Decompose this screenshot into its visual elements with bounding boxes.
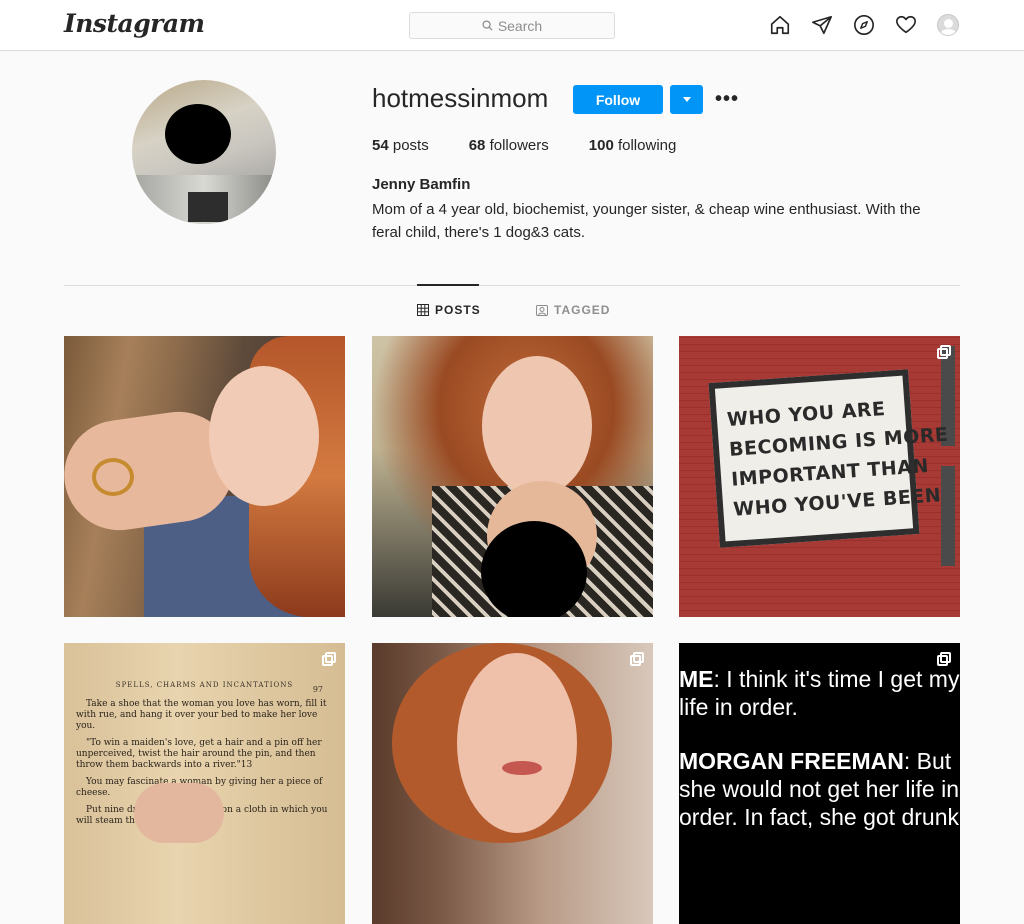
book-paragraph: "To win a maiden's love, get a hair and … <box>76 738 322 770</box>
search-input[interactable]: Search <box>409 12 615 39</box>
more-options-icon[interactable]: ••• <box>715 88 739 110</box>
meme-text: ME: I think it's time I get my life in o… <box>679 665 960 857</box>
face-redaction <box>165 104 231 164</box>
direct-icon[interactable] <box>810 13 834 37</box>
top-nav-bar: Instagram Search <box>0 0 1024 51</box>
caret-down-icon <box>682 97 691 102</box>
profile-picture[interactable] <box>132 80 276 224</box>
following-count: 100 <box>588 137 614 154</box>
wall-sign: WHO YOU ARE BECOMING IS MORE IMPORTANT T… <box>708 369 949 548</box>
post-tile-4[interactable]: SPELLS, CHARMS AND INCANTATIONS 97 Take … <box>64 643 345 924</box>
search-icon <box>482 20 493 31</box>
instagram-logo[interactable]: Instagram <box>64 9 205 38</box>
following-stat[interactable]: 100 following <box>589 137 677 154</box>
post-tile-2[interactable] <box>372 336 653 617</box>
tagged-icon <box>536 305 548 316</box>
tab-posts[interactable]: POSTS <box>417 303 481 317</box>
active-tab-indicator <box>417 284 479 286</box>
meme-speaker: ME <box>679 666 714 692</box>
tab-posts-label: POSTS <box>435 303 481 317</box>
post-tile-5[interactable] <box>372 643 653 924</box>
nav-icons <box>768 13 960 37</box>
posts-stat: 54 posts <box>372 137 429 154</box>
book-page-number: 97 <box>312 685 323 694</box>
home-icon[interactable] <box>768 13 792 37</box>
tattoo-image <box>92 458 134 496</box>
tab-tagged[interactable]: TAGGED <box>536 303 610 317</box>
avatar <box>937 14 959 36</box>
book-paragraph: Take a shoe that the woman you love has … <box>76 699 327 731</box>
grid-icon <box>417 304 429 316</box>
following-label: following <box>617 137 677 154</box>
profile-stats: 54 posts 68 followers 100 following <box>372 137 716 154</box>
meme-line: : I think it's time I get my life in ord… <box>679 666 960 720</box>
profile-bio: Mom of a 4 year old, biochemist, younger… <box>372 201 921 241</box>
search-placeholder: Search <box>497 17 543 34</box>
profile-full-name: Jenny Bamfin <box>372 176 471 193</box>
activity-heart-icon[interactable] <box>894 13 918 37</box>
posts-count: 54 <box>372 137 389 154</box>
followers-stat[interactable]: 68 followers <box>469 137 549 154</box>
posts-label: posts <box>392 137 429 154</box>
post-tile-6[interactable]: ME: I think it's time I get my life in o… <box>679 643 960 924</box>
meme-speaker: MORGAN FREEMAN <box>679 748 904 774</box>
tabs-divider <box>64 285 960 286</box>
follow-button[interactable]: Follow <box>573 85 663 114</box>
suggested-dropdown-button[interactable] <box>670 85 703 114</box>
profile-username: hotmessinmom <box>372 83 549 113</box>
followers-count: 68 <box>468 137 486 154</box>
face-redaction <box>481 521 587 617</box>
followers-label: followers <box>489 137 549 154</box>
tab-tagged-label: TAGGED <box>554 303 611 317</box>
book-header: SPELLS, CHARMS AND INCANTATIONS <box>115 681 294 689</box>
explore-icon[interactable] <box>852 13 876 37</box>
profile-avatar[interactable] <box>936 13 960 37</box>
post-tile-3[interactable]: WHO YOU ARE BECOMING IS MORE IMPORTANT T… <box>679 336 960 617</box>
post-tile-1[interactable] <box>64 336 345 617</box>
